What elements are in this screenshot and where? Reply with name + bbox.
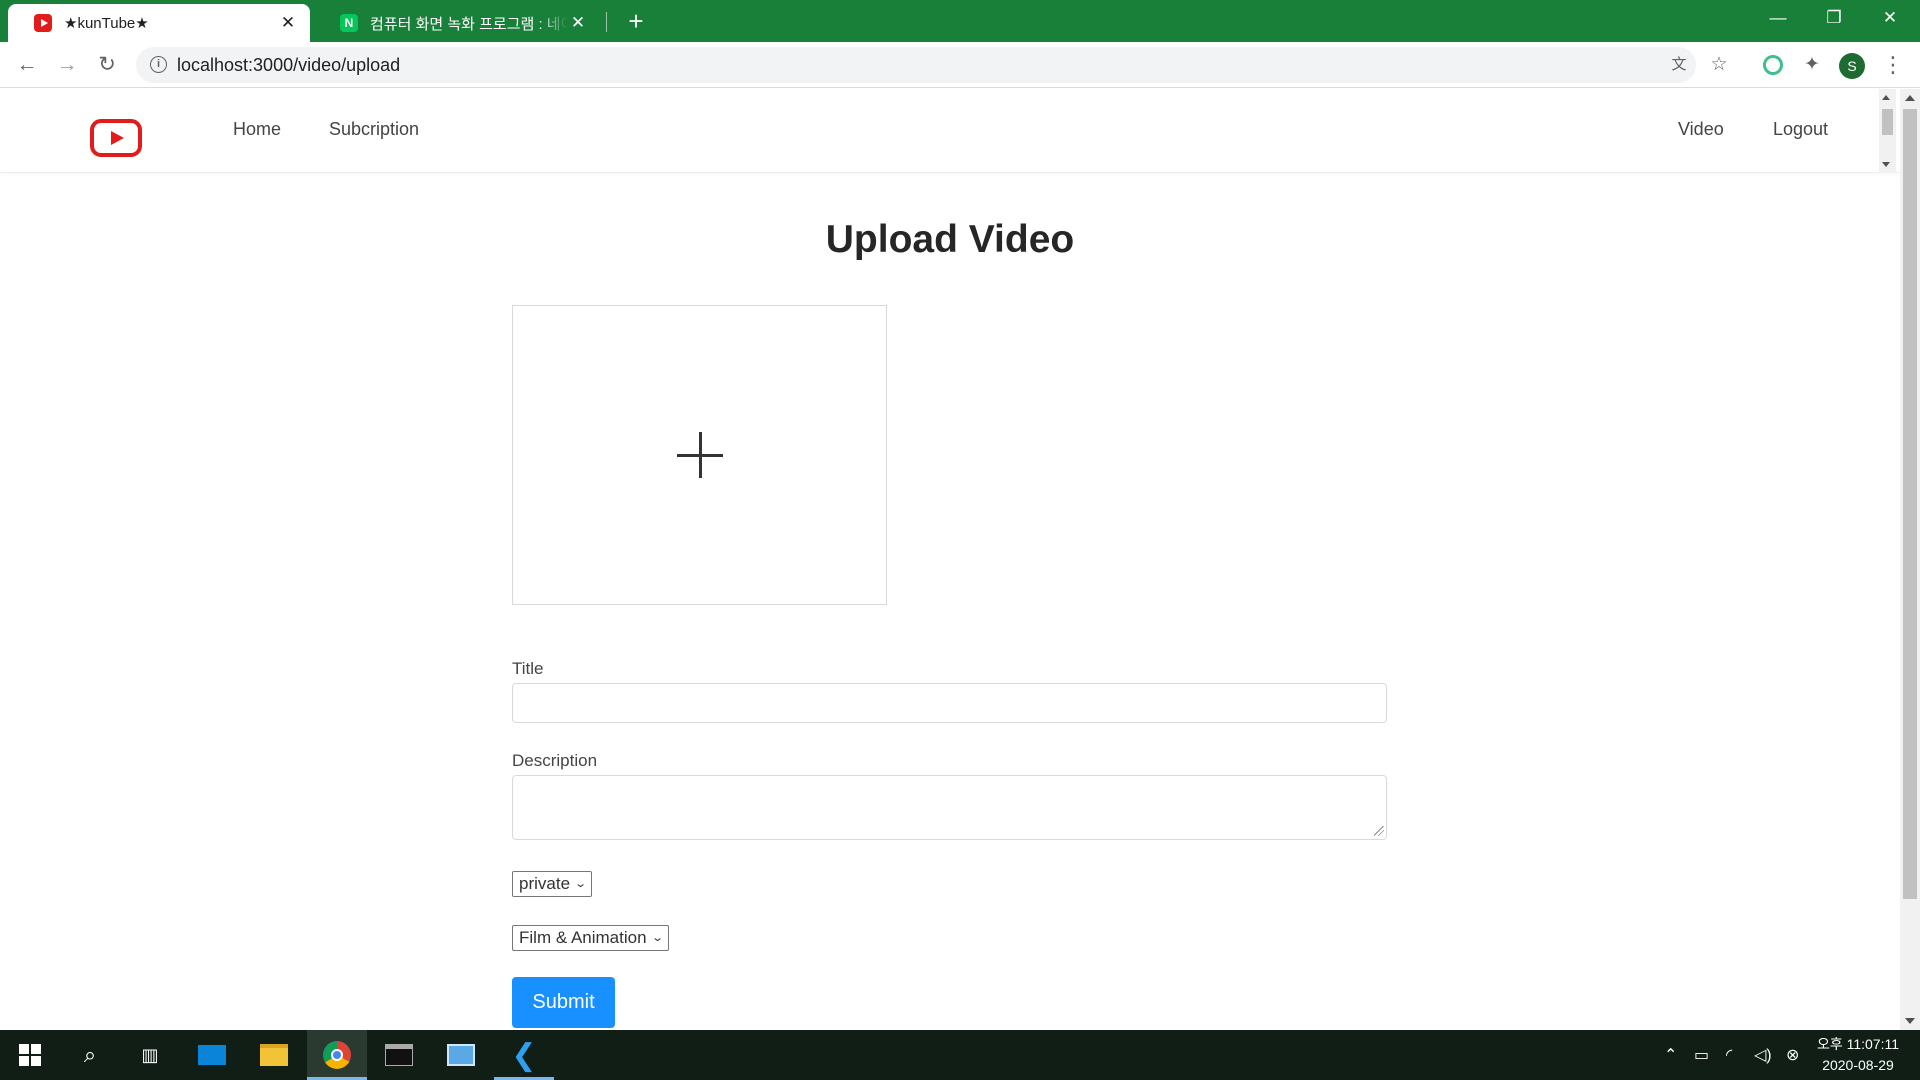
tab-title: ★kunTube★ (64, 15, 149, 32)
page-scroll-thumb[interactable] (1903, 109, 1917, 899)
site-header: Home Subcription Video Logout (0, 89, 1900, 173)
youtube-logo-icon[interactable] (90, 119, 142, 157)
vscode-taskbar-icon[interactable]: ❮ (494, 1030, 554, 1080)
wifi-icon[interactable]: ◜ (1726, 1030, 1732, 1080)
address-bar[interactable]: i localhost:3000/video/upload 文 ☆ (136, 47, 1728, 83)
scroll-up-arrow-icon[interactable] (1882, 95, 1890, 100)
close-tab-icon[interactable]: ✕ (568, 13, 588, 33)
nav-subscription-link[interactable]: Subcription (329, 119, 419, 140)
resize-handle-icon[interactable] (1374, 826, 1384, 836)
mail-app-icon[interactable] (182, 1030, 242, 1080)
terminal-app-icon[interactable] (369, 1030, 429, 1080)
control-panel-icon[interactable] (431, 1030, 491, 1080)
kebab-menu-icon[interactable]: ⋮ (1880, 52, 1906, 78)
battery-icon[interactable]: ▭ (1694, 1030, 1709, 1080)
category-select[interactable]: Film & Animation ⌄ (512, 925, 669, 951)
volume-icon[interactable]: ◁) (1754, 1030, 1772, 1080)
puzzle-extensions-icon[interactable]: ✦ (1799, 52, 1825, 78)
chevron-down-icon: ⌄ (650, 932, 664, 944)
new-tab-button[interactable]: + (620, 6, 652, 38)
task-view-icon[interactable]: ▥ (120, 1030, 180, 1080)
chevron-down-icon: ⌄ (574, 878, 588, 890)
page-viewport: Home Subcription Video Logout Upload Vid… (0, 89, 1920, 1030)
header-scroll-thumb[interactable] (1882, 109, 1893, 135)
header-scrollbar[interactable] (1879, 89, 1896, 173)
browser-toolbar: ← → ↻ i localhost:3000/video/upload 文 ☆ … (0, 42, 1920, 88)
privacy-selected-value: private (519, 874, 571, 893)
restore-button[interactable]: ❐ (1806, 0, 1862, 36)
clock-date: 2020-08-29 (1822, 1057, 1894, 1073)
search-icon[interactable]: ⌕ (60, 1030, 120, 1080)
nav-video-link[interactable]: Video (1678, 119, 1724, 140)
browser-tab-strip: ★kunTube★ ✕ N 컴퓨터 화면 녹화 프로그램 : 네이 ✕ + — … (0, 0, 1920, 42)
extension-icon[interactable] (1760, 52, 1786, 78)
close-tab-icon[interactable]: ✕ (278, 13, 298, 33)
tab-title: 컴퓨터 화면 녹화 프로그램 : 네이 (370, 15, 568, 33)
windows-taskbar: ⌕ ▥ ❮ ⌃ ▭ ◜ ◁) ⊗ 오후 11:07:11 2020-08-29 (0, 1030, 1920, 1080)
naver-favicon-icon: N (340, 14, 358, 32)
page-scrollbar[interactable] (1900, 89, 1920, 1030)
back-arrow-icon[interactable]: ← (12, 50, 42, 80)
file-explorer-icon[interactable] (244, 1030, 304, 1080)
start-windows-icon[interactable] (0, 1030, 60, 1080)
minimize-button[interactable]: — (1750, 0, 1806, 36)
description-textarea[interactable] (512, 775, 1387, 840)
url-text[interactable]: localhost:3000/video/upload (177, 55, 400, 76)
bookmark-star-icon[interactable]: ☆ (1708, 54, 1730, 76)
notification-x-icon[interactable]: ⊗ (1786, 1030, 1799, 1080)
clock-time: 오후 11:07:11 (1816, 1036, 1900, 1052)
submit-button[interactable]: Submit (512, 977, 615, 1028)
privacy-select[interactable]: private ⌄ (512, 871, 593, 897)
tab-divider (606, 12, 607, 32)
window-close-button[interactable]: ✕ (1862, 0, 1918, 36)
title-label: Title (512, 659, 544, 678)
reload-icon[interactable]: ↻ (92, 50, 122, 80)
scroll-down-arrow-icon[interactable] (1882, 162, 1890, 167)
taskbar-clock[interactable]: 오후 11:07:11 2020-08-29 (1808, 1034, 1908, 1076)
site-info-icon[interactable]: i (150, 56, 167, 73)
title-input[interactable] (512, 683, 1387, 723)
description-label: Description (512, 751, 598, 770)
tab-kuntube[interactable]: ★kunTube★ ✕ (8, 4, 310, 42)
chrome-taskbar-icon[interactable] (307, 1030, 367, 1080)
tab-naver[interactable]: N 컴퓨터 화면 녹화 프로그램 : 네이 ✕ (314, 4, 600, 42)
page-title: Upload Video (825, 218, 1075, 261)
translate-icon[interactable]: 文 (1668, 54, 1690, 76)
nav-home-link[interactable]: Home (233, 119, 281, 140)
nav-logout-link[interactable]: Logout (1773, 119, 1828, 140)
category-selected-value: Film & Animation (519, 928, 647, 947)
youtube-favicon-icon (34, 14, 52, 32)
forward-arrow-icon[interactable]: → (52, 50, 82, 80)
video-dropzone[interactable] (512, 305, 887, 605)
plus-icon-vertical (699, 432, 702, 478)
scroll-up-arrow-icon[interactable] (1905, 95, 1915, 101)
tray-overflow-chevron-icon[interactable]: ⌃ (1664, 1030, 1677, 1080)
scroll-down-arrow-icon[interactable] (1905, 1018, 1915, 1024)
profile-avatar[interactable]: S (1839, 53, 1865, 79)
